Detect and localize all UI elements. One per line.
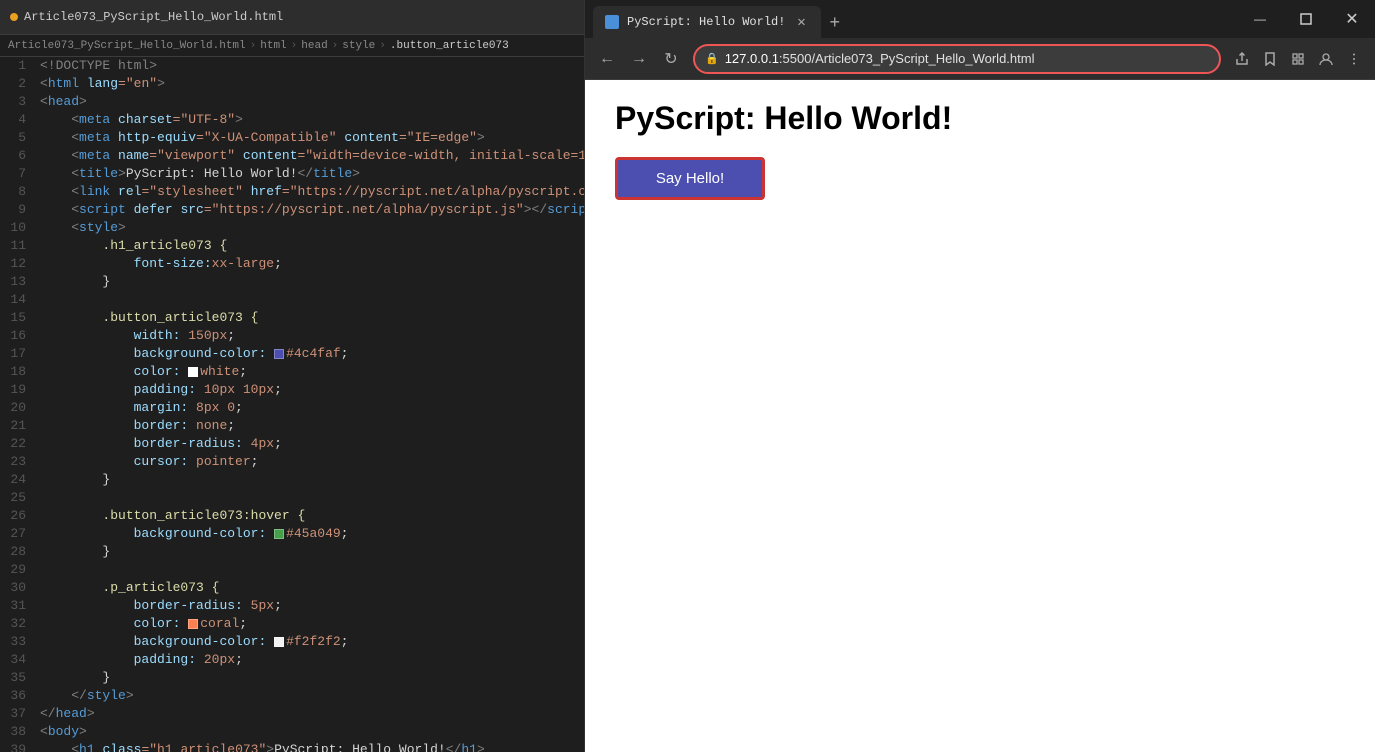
editor-tab-label: Article073_PyScript_Hello_World.html	[24, 10, 283, 24]
new-tab-button[interactable]: +	[821, 6, 848, 38]
code-line-19: 19 padding: 10px 10px;	[0, 381, 584, 399]
editor-breadcrumb: Article073_PyScript_Hello_World.html › h…	[0, 35, 584, 57]
close-button[interactable]: ✕	[1329, 0, 1375, 38]
browser-toolbar-icons	[1229, 46, 1367, 72]
code-line-27: 27 background-color: #45a049;	[0, 525, 584, 543]
code-line-28: 28 }	[0, 543, 584, 561]
code-line-38: 38 <body>	[0, 723, 584, 741]
back-button[interactable]: ←	[593, 45, 621, 73]
code-line-17: 17 background-color: #4c4faf;	[0, 345, 584, 363]
code-line-9: 9 <script defer src="https://pyscript.ne…	[0, 201, 584, 219]
code-line-26: 26 .button_article073:hover {	[0, 507, 584, 525]
code-line-7: 7 <title>PyScript: Hello World!</title>	[0, 165, 584, 183]
code-line-13: 13 }	[0, 273, 584, 291]
code-line-15: 15 .button_article073 {	[0, 309, 584, 327]
code-line-31: 31 border-radius: 5px;	[0, 597, 584, 615]
window-controls: — ✕	[1237, 0, 1375, 38]
code-line-30: 30 .p_article073 {	[0, 579, 584, 597]
browser-chrome: PyScript: Hello World! ✕ + — ✕ ← → ↻ 🔒 1…	[585, 0, 1375, 80]
code-line-2: 2 <html lang="en">	[0, 75, 584, 93]
code-line-5: 5 <meta http-equiv="X-UA-Compatible" con…	[0, 129, 584, 147]
code-line-11: 11 .h1_article073 {	[0, 237, 584, 255]
bookmark-icon[interactable]	[1257, 46, 1283, 72]
code-line-4: 4 <meta charset="UTF-8">	[0, 111, 584, 129]
code-line-20: 20 margin: 8px 0;	[0, 399, 584, 417]
tab-favicon	[605, 15, 619, 29]
breadcrumb-file[interactable]: Article073_PyScript_Hello_World.html	[8, 40, 246, 52]
code-line-24: 24 }	[0, 471, 584, 489]
code-line-25: 25	[0, 489, 584, 507]
say-hello-button[interactable]: Say Hello!	[615, 157, 765, 200]
code-line-37: 37 </head>	[0, 705, 584, 723]
code-line-6: 6 <meta name="viewport" content="width=d…	[0, 147, 584, 165]
code-line-1: 1 <!DOCTYPE html>	[0, 57, 584, 75]
code-line-36: 36 </style>	[0, 687, 584, 705]
forward-button[interactable]: →	[625, 45, 653, 73]
code-line-29: 29	[0, 561, 584, 579]
profile-icon[interactable]	[1313, 46, 1339, 72]
editor-panel: Article073_PyScript_Hello_World.html Art…	[0, 0, 585, 752]
minimize-button[interactable]: —	[1237, 0, 1283, 38]
browser-panel: PyScript: Hello World! ✕ + — ✕ ← → ↻ 🔒 1…	[585, 0, 1375, 752]
code-line-33: 33 background-color: #f2f2f2;	[0, 633, 584, 651]
menu-icon[interactable]	[1341, 46, 1367, 72]
editor-titlebar: Article073_PyScript_Hello_World.html	[0, 0, 584, 35]
code-line-12: 12 font-size:xx-large;	[0, 255, 584, 273]
code-line-16: 16 width: 150px;	[0, 327, 584, 345]
page-heading: PyScript: Hello World!	[615, 100, 1345, 137]
browser-tab-title: PyScript: Hello World!	[627, 15, 785, 29]
code-line-34: 34 padding: 20px;	[0, 651, 584, 669]
address-suffix: :5500/Article073_PyScript_Hello_World.ht…	[779, 51, 1035, 66]
code-line-14: 14	[0, 291, 584, 309]
address-highlight: 127.0.0.1	[725, 51, 779, 66]
code-line-10: 10 <style>	[0, 219, 584, 237]
code-line-3: 3 <head>	[0, 93, 584, 111]
browser-nav-bar: ← → ↻ 🔒 127.0.0.1:5500/Article073_PyScri…	[585, 38, 1375, 80]
code-line-22: 22 border-radius: 4px;	[0, 435, 584, 453]
breadcrumb-class[interactable]: .button_article073	[390, 40, 509, 52]
code-line-39: 39 <h1 class="h1_article073">PyScript: H…	[0, 741, 584, 752]
breadcrumb-style[interactable]: style	[342, 40, 375, 52]
share-icon[interactable]	[1229, 46, 1255, 72]
extensions-icon[interactable]	[1285, 46, 1311, 72]
code-line-35: 35 }	[0, 669, 584, 687]
code-line-8: 8 <link rel="stylesheet" href="https://p…	[0, 183, 584, 201]
address-text: 127.0.0.1:5500/Article073_PyScript_Hello…	[725, 51, 1209, 66]
code-line-23: 23 cursor: pointer;	[0, 453, 584, 471]
browser-viewport: PyScript: Hello World! Say Hello!	[585, 80, 1375, 752]
breadcrumb-head[interactable]: head	[301, 40, 327, 52]
editor-tab[interactable]: Article073_PyScript_Hello_World.html	[10, 10, 283, 24]
lock-icon: 🔒	[705, 52, 719, 66]
code-line-21: 21 border: none;	[0, 417, 584, 435]
maximize-button[interactable]	[1283, 0, 1329, 38]
breadcrumb-html[interactable]: html	[260, 40, 286, 52]
editor-content[interactable]: 1 <!DOCTYPE html> 2 <html lang="en"> 3 <…	[0, 57, 584, 752]
active-browser-tab[interactable]: PyScript: Hello World! ✕	[593, 6, 821, 38]
code-line-18: 18 color: white;	[0, 363, 584, 381]
reload-button[interactable]: ↻	[657, 45, 685, 73]
address-bar[interactable]: 🔒 127.0.0.1:5500/Article073_PyScript_Hel…	[693, 44, 1221, 74]
unsaved-dot	[10, 13, 18, 21]
code-line-32: 32 color: coral;	[0, 615, 584, 633]
tab-close-button[interactable]: ✕	[793, 14, 809, 30]
browser-tab-bar: PyScript: Hello World! ✕ + — ✕	[585, 0, 1375, 38]
